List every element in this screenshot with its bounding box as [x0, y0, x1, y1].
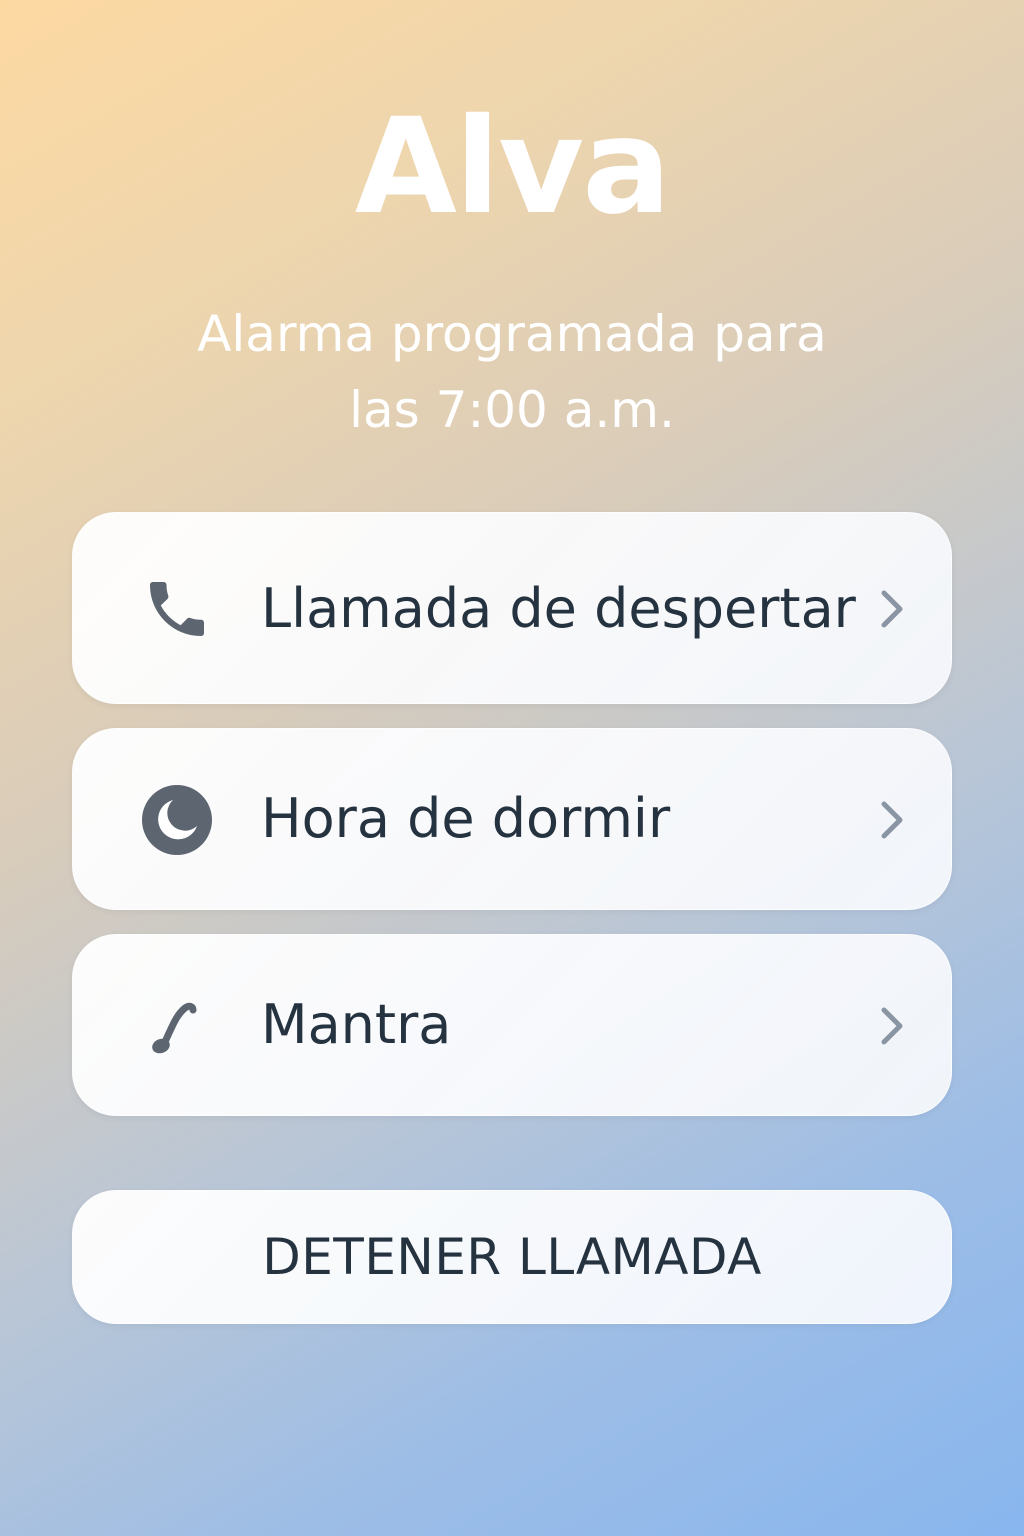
menu-item-bedtime[interactable]: Hora de dormir — [72, 728, 952, 910]
chevron-right-icon — [881, 801, 903, 839]
menu-item-label: Mantra — [261, 993, 452, 1056]
menu-item-wake-up-call[interactable]: Llamada de despertar — [72, 512, 952, 704]
chevron-right-icon — [881, 590, 903, 628]
moon-icon — [139, 782, 215, 858]
chevron-right-icon — [881, 1007, 903, 1045]
menu-item-label: Hora de dormir — [261, 787, 671, 850]
phone-icon — [139, 571, 215, 647]
menu-item-mantra[interactable]: Mantra — [72, 934, 952, 1116]
stop-call-label: DETENER LLAMADA — [262, 1228, 762, 1286]
alarm-subtitle: Alarma programada para las 7:00 a.m. — [197, 305, 827, 439]
stop-call-button[interactable]: DETENER LLAMADA — [72, 1190, 952, 1324]
app-title: Alva — [354, 90, 672, 244]
menu-item-label: Llamada de despertar — [261, 577, 856, 640]
music-note-icon — [139, 988, 215, 1064]
